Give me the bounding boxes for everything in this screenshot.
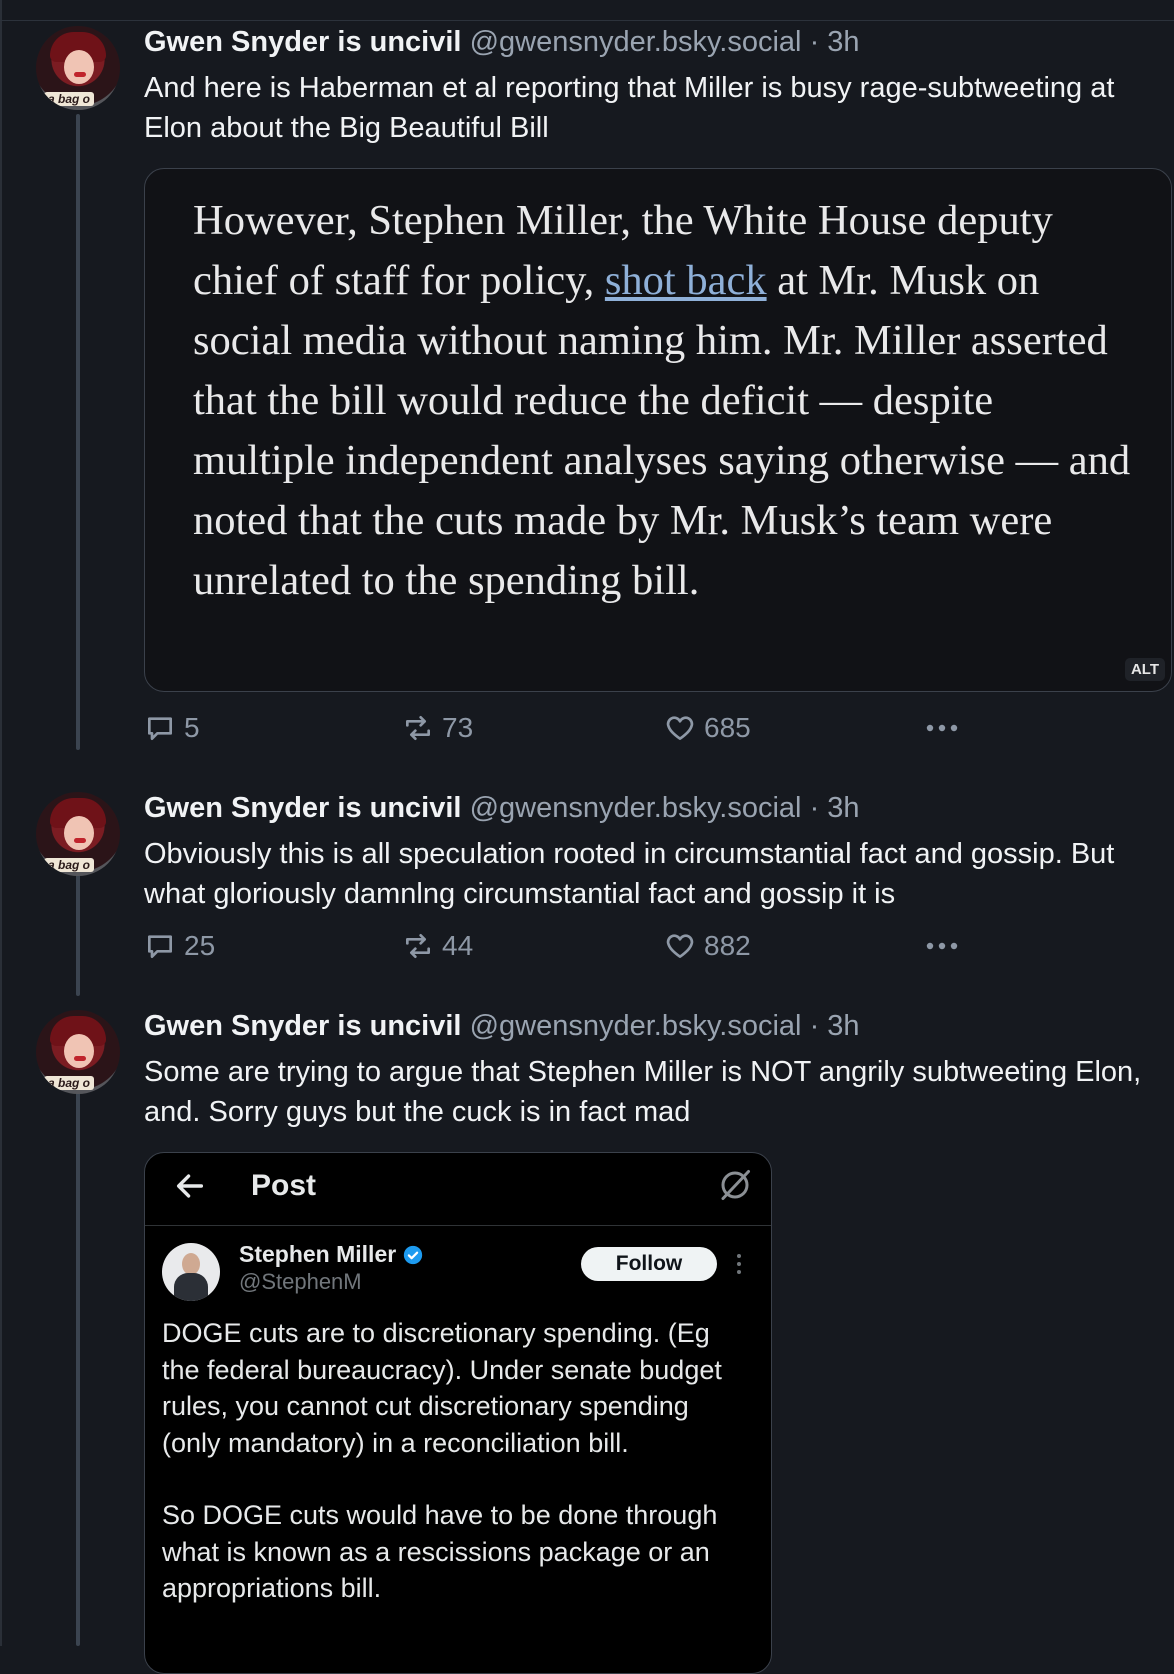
screenshot-paragraph: So DOGE cuts would have to be done throu… — [162, 1500, 718, 1603]
top-divider — [0, 20, 1174, 21]
more-button[interactable] — [922, 930, 962, 962]
more-button[interactable] — [922, 712, 962, 744]
reply-count: 25 — [184, 930, 216, 961]
back-arrow-icon — [176, 1174, 204, 1198]
stephen-miller-avatar — [162, 1243, 220, 1301]
author-handle[interactable]: @gwensnyder.bsky.social — [470, 792, 802, 824]
verified-badge-icon — [404, 1245, 423, 1264]
grok-icon — [721, 1170, 750, 1200]
like-count: 685 — [704, 712, 751, 743]
screenshot-author-handle: @StephenM — [239, 1269, 362, 1294]
post-time: · 3h — [809, 1010, 860, 1042]
screenshot-header: Post — [145, 1153, 771, 1226]
reply-button[interactable]: 25 — [144, 930, 215, 962]
screenshot-paragraph: DOGE cuts are to discretionary spending.… — [162, 1318, 722, 1458]
thread-line — [76, 114, 80, 750]
post-header: Gwen Snyder is uncivil @gwensnyder.bsky.… — [144, 26, 860, 59]
avatar-tag: a bag o — [44, 1076, 95, 1090]
more-icon — [926, 724, 958, 732]
post-header: Gwen Snyder is uncivil @gwensnyder.bsky.… — [144, 792, 860, 825]
reply-icon — [148, 717, 172, 740]
reply-icon — [148, 935, 172, 958]
quote-text: However, Stephen Miller, the White House… — [193, 197, 1131, 604]
reply-button[interactable]: 5 — [144, 712, 200, 744]
like-icon — [666, 716, 694, 740]
alt-badge[interactable]: ALT — [1124, 658, 1165, 681]
author-name[interactable]: Gwen Snyder is uncivil — [144, 1010, 462, 1042]
thread-line — [76, 1064, 80, 1646]
author-handle[interactable]: @gwensnyder.bsky.social — [470, 26, 802, 58]
post-header: Gwen Snyder is uncivil @gwensnyder.bsky.… — [144, 1010, 860, 1043]
avatar-tag: a bag o — [44, 92, 95, 106]
post-text: Obviously this is all speculation rooted… — [144, 838, 1115, 910]
author-handle[interactable]: @gwensnyder.bsky.social — [470, 1010, 802, 1042]
repost-count: 44 — [442, 930, 474, 961]
avatar[interactable]: a bag o — [36, 1010, 120, 1094]
post-actions: 5 73 685 — [144, 712, 964, 748]
post-time: · 3h — [809, 792, 860, 824]
screenshot-title: Post — [251, 1169, 317, 1202]
repost-icon — [406, 934, 430, 958]
follow-button: Follow — [581, 1247, 717, 1281]
vertical-more-icon — [737, 1254, 741, 1274]
author-name[interactable]: Gwen Snyder is uncivil — [144, 792, 462, 824]
quote-image-embed[interactable]: However, Stephen Miller, the White House… — [144, 168, 1172, 692]
post-text: Some are trying to argue that Stephen Mi… — [144, 1056, 1142, 1128]
repost-icon — [406, 716, 430, 740]
repost-count: 73 — [442, 712, 474, 743]
screenshot-author-name: Stephen Miller — [239, 1241, 397, 1267]
repost-button[interactable]: 44 — [402, 930, 473, 962]
shot-back-link[interactable]: shot back — [605, 257, 767, 304]
left-edge-divider — [0, 0, 2, 1646]
post-actions: 25 44 882 — [144, 930, 964, 966]
like-icon — [666, 934, 694, 958]
screenshot-post-body: DOGE cuts are to discretionary spending.… — [162, 1315, 752, 1643]
post-text: And here is Haberman et al reporting tha… — [144, 72, 1115, 144]
reply-count: 5 — [184, 712, 200, 743]
repost-button[interactable]: 73 — [402, 712, 473, 744]
avatar[interactable]: a bag o — [36, 26, 120, 110]
author-name[interactable]: Gwen Snyder is uncivil — [144, 26, 462, 58]
like-button[interactable]: 685 — [664, 712, 751, 744]
post-time: · 3h — [809, 26, 860, 58]
avatar-tag: a bag o — [44, 858, 95, 872]
like-count: 882 — [704, 930, 751, 961]
screenshot-image-embed[interactable]: Post Stephen Miller @StephenM Follow DOG… — [144, 1152, 772, 1674]
like-button[interactable]: 882 — [664, 930, 751, 962]
more-icon — [926, 942, 958, 950]
screenshot-author: Stephen Miller — [239, 1241, 424, 1268]
avatar[interactable]: a bag o — [36, 792, 120, 876]
